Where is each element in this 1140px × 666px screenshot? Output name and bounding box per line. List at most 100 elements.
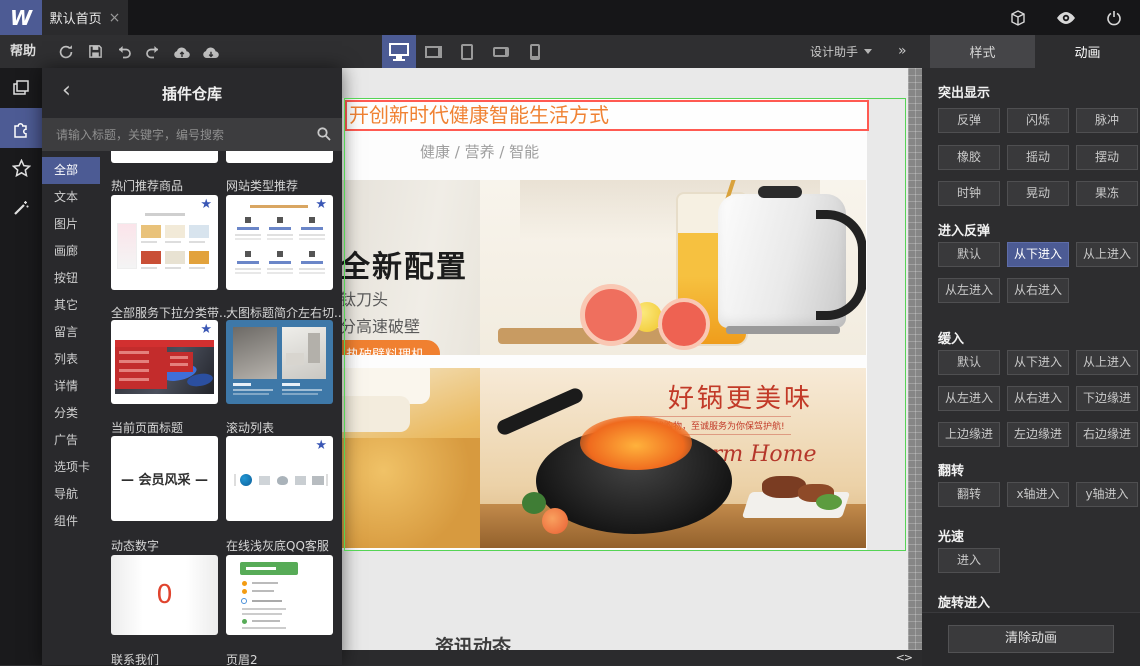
category-tabs[interactable]: 选项卡 — [42, 454, 100, 481]
wok-banner: 好锅更美味 无忧购物，至诚服务为你保驾护航! Warm Home — [480, 368, 866, 548]
banner1-cta-button[interactable]: 热破壁料理机 — [342, 340, 441, 355]
flip-y-axis-button[interactable]: y轴进入 — [1076, 482, 1138, 507]
page-subtitle[interactable]: 健康 / 营养 / 智能 — [420, 141, 539, 162]
bouncein-right-button[interactable]: 从右进入 — [1007, 278, 1069, 303]
easein-right-button[interactable]: 从右进入 — [1007, 386, 1069, 411]
category-gallery[interactable]: 画廊 — [42, 238, 100, 265]
refresh-icon[interactable] — [56, 42, 76, 62]
save-icon[interactable] — [85, 42, 105, 62]
banner-module-2[interactable]: 好锅更美味 无忧购物，至诚服务为你保驾护航! Warm Home — [342, 368, 866, 548]
device-desktop-button[interactable] — [382, 35, 416, 68]
bouncein-left-button[interactable]: 从左进入 — [938, 278, 1000, 303]
category-list-cat[interactable]: 列表 — [42, 346, 100, 373]
device-phone-portrait-button[interactable] — [518, 35, 552, 68]
highlight-swing-button[interactable]: 摆动 — [1076, 145, 1138, 170]
category-detail[interactable]: 详情 — [42, 373, 100, 400]
tab-close-icon[interactable]: × — [109, 10, 121, 26]
plugin-card-partial-2[interactable] — [226, 151, 333, 163]
category-nav[interactable]: 导航 — [42, 481, 100, 508]
code-view-icon[interactable]: <> — [896, 651, 913, 664]
category-all[interactable]: 全部 — [42, 157, 100, 184]
highlight-pulse-button[interactable]: 脉冲 — [1076, 108, 1138, 133]
plugin-card-current-page-title[interactable]: — 会员风采 — — [111, 436, 218, 521]
plugin-card-title: 当前页面标题 — [111, 421, 184, 435]
category-button[interactable]: 按钮 — [42, 265, 100, 292]
sidebar-favorites-icon[interactable] — [0, 148, 42, 188]
plugin-card-partial-1[interactable] — [111, 151, 218, 163]
redo-icon[interactable] — [143, 42, 163, 62]
highlight-flash-button[interactable]: 闪烁 — [1007, 108, 1069, 133]
sidebar-pages-icon[interactable] — [0, 68, 42, 108]
card-preview-text: — 会员风采 — — [120, 473, 209, 488]
preview-eye-icon[interactable] — [1056, 8, 1076, 28]
news-section-title[interactable]: 资讯动态 — [435, 632, 511, 650]
plugin-card-qq-service[interactable] — [226, 555, 333, 635]
flip-x-axis-button[interactable]: x轴进入 — [1007, 482, 1069, 507]
power-exit-icon[interactable] — [1104, 8, 1124, 28]
easein-default-button[interactable]: 默认 — [938, 350, 1000, 375]
clear-animation-button[interactable]: 清除动画 — [948, 625, 1114, 653]
category-ad[interactable]: 广告 — [42, 427, 100, 454]
easein-top-button[interactable]: 从上进入 — [1076, 350, 1138, 375]
tab-style[interactable]: 样式 — [930, 35, 1035, 68]
plugin-card-scroll-list[interactable]: ★ — [226, 436, 333, 521]
design-assistant-dropdown[interactable]: 设计助手 — [810, 35, 873, 68]
plugin-card-site-types[interactable]: ★ — [226, 195, 333, 290]
page-tab[interactable]: 默认首页 × — [42, 0, 128, 35]
category-message[interactable]: 留言 — [42, 319, 100, 346]
plugin-card-title: 滚动列表 — [226, 421, 275, 435]
bread-slice-2 — [342, 396, 410, 432]
cloud-upload-icon[interactable] — [172, 42, 192, 62]
easein-bottom-button[interactable]: 从下进入 — [1007, 350, 1069, 375]
sidebar-wand-icon[interactable] — [0, 188, 42, 228]
easein-left-edge-button[interactable]: 左边缘进 — [1007, 422, 1069, 447]
favorite-star-icon[interactable]: ★ — [315, 438, 327, 453]
category-other[interactable]: 其它 — [42, 292, 100, 319]
category-component[interactable]: 组件 — [42, 508, 100, 535]
favorite-star-icon[interactable]: ★ — [200, 197, 212, 212]
highlight-bounce-button[interactable]: 反弹 — [938, 108, 1000, 133]
highlight-wobble-button[interactable]: 晃动 — [1007, 181, 1069, 206]
plugin-card-dynamic-number[interactable]: 0 — [111, 555, 218, 635]
device-phone-landscape-button[interactable] — [484, 35, 518, 68]
lightspeed-in-button[interactable]: 进入 — [938, 548, 1000, 573]
bouncein-default-button[interactable]: 默认 — [938, 242, 1000, 267]
section-flip: 翻转 — [938, 464, 965, 479]
favorite-star-icon[interactable]: ★ — [315, 197, 327, 212]
highlight-clock-button[interactable]: 时钟 — [938, 181, 1000, 206]
easein-right-edge-button[interactable]: 右边缘进 — [1076, 422, 1138, 447]
design-canvas[interactable]: 开创新时代健康智能生活方式 健康 / 营养 / 智能 全新配置 钛刀头 分高速破… — [342, 68, 908, 650]
easein-left-button[interactable]: 从左进入 — [938, 386, 1000, 411]
highlight-rubber-button[interactable]: 橡胶 — [938, 145, 1000, 170]
panel-back-icon[interactable]: ‹ — [62, 76, 71, 106]
cloud-download-icon[interactable] — [201, 42, 221, 62]
banner-module-1[interactable]: 全新配置 钛刀头 分高速破壁 热破壁料理机 — [342, 180, 866, 355]
plugin-search-input[interactable] — [42, 118, 318, 151]
highlight-shake-button[interactable]: 摇动 — [1007, 145, 1069, 170]
favorite-star-icon[interactable]: ★ — [200, 322, 212, 337]
page-title-module[interactable]: 开创新时代健康智能生活方式 — [345, 100, 869, 131]
easein-bottom-edge-button[interactable]: 下边缘进 — [1076, 386, 1138, 411]
publish-box-icon[interactable] — [1008, 8, 1028, 28]
plugin-card-dropdown-nav[interactable]: ★ — [111, 320, 218, 404]
category-image[interactable]: 图片 — [42, 211, 100, 238]
panel-title: 插件仓库 — [161, 84, 222, 103]
device-laptop-button[interactable] — [416, 35, 450, 68]
sidebar-plugins-icon[interactable] — [0, 108, 42, 148]
undo-icon[interactable] — [114, 42, 134, 62]
search-icon[interactable] — [316, 126, 332, 146]
plugin-card-big-image-switch[interactable] — [226, 320, 333, 404]
flip-flip-button[interactable]: 翻转 — [938, 482, 1000, 507]
category-text[interactable]: 文本 — [42, 184, 100, 211]
more-tools-button[interactable]: » — [898, 35, 907, 68]
bouncein-top-button[interactable]: 从上进入 — [1076, 242, 1138, 267]
category-classify[interactable]: 分类 — [42, 400, 100, 427]
easein-top-edge-button[interactable]: 上边缘进 — [938, 422, 1000, 447]
plugin-card-hot-products[interactable]: ★ — [111, 195, 218, 290]
help-button[interactable]: 帮助 — [10, 35, 36, 68]
device-tablet-button[interactable] — [450, 35, 484, 68]
highlight-jelly-button[interactable]: 果冻 — [1076, 181, 1138, 206]
tab-animation[interactable]: 动画 — [1035, 35, 1140, 68]
canvas-scroll-strip[interactable] — [908, 68, 922, 650]
bouncein-bottom-button[interactable]: 从下进入 — [1007, 242, 1069, 267]
